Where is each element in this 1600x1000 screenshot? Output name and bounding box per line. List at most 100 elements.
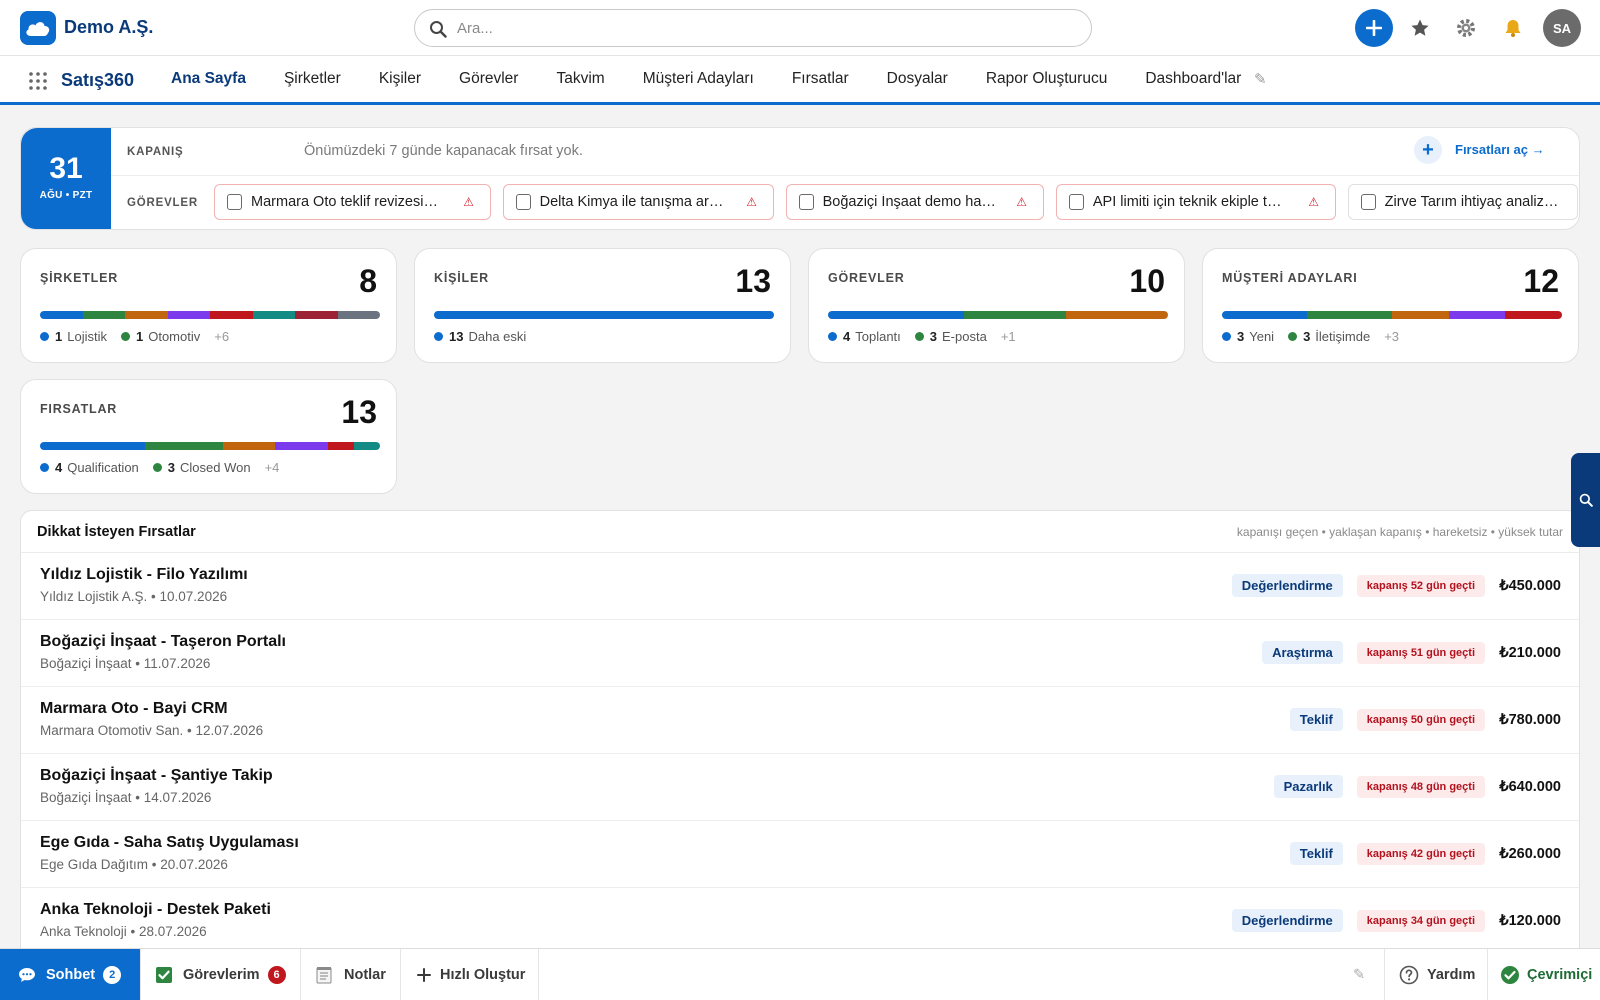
card-title: FIRSATLAR [40,402,118,416]
legend-label: E-posta [942,329,987,344]
overdue-badge: kapanış 48 gün geçti [1356,775,1485,798]
side-search-tab[interactable] [1571,453,1600,547]
distribution-bar [434,311,774,319]
tab-4[interactable]: Görevler [440,56,537,102]
opportunity-row[interactable]: Marmara Oto - Bayi CRM Marmara Otomotiv S… [21,687,1579,754]
opportunity-row[interactable]: Anka Teknoloji - Destek Paketi Anka Tekno… [21,888,1579,949]
tab-9[interactable]: Rapor Oluşturucu [967,56,1126,102]
stage-badge: Araştırma [1262,641,1343,664]
user-avatar[interactable]: SA [1543,9,1581,47]
summary-card[interactable]: MÜŞTERİ ADAYLARI 12 3 Yeni 3 İletişimde +3 [1202,248,1579,363]
app-launcher-grid-icon[interactable] [28,71,48,91]
add-opportunity-button[interactable]: + [1414,136,1442,164]
legend-label: Closed Won [180,460,251,475]
legend-dot [120,332,130,341]
task-chip[interactable]: Boğaziçi İnşaat demo hazırlığı ⚠ [786,184,1044,220]
task-chip[interactable]: Zirve Tarım ihtiyaç analizi e-po [1348,184,1578,220]
help-button[interactable]: Yardım [1384,949,1488,1000]
notepad-icon [316,967,332,984]
bar-segment [1066,311,1168,319]
warning-triangle-icon: ⚠ [746,195,757,209]
task-checkbox[interactable] [516,194,531,210]
bar-segment [1222,311,1307,319]
bar-segment [167,311,210,319]
quick-create-button[interactable]: Hızlı Oluştur [401,949,539,1000]
task-checkbox[interactable] [799,194,814,210]
task-chip[interactable]: Delta Kimya ile tanışma araması ⚠ [503,184,774,220]
opportunity-row[interactable]: Yıldız Lojistik - Filo Yazılımı Yıldız Lo… [21,553,1579,620]
org-name[interactable]: Demo A.Ş. [64,17,153,38]
task-title: Marmara Oto teklif revizesini g... [251,194,445,210]
edit-nav-pencil-icon[interactable]: ✎ [1254,70,1267,88]
bar-segment [125,311,168,319]
tab-2[interactable]: Şirketler [265,56,360,102]
legend-item: 3 E-posta [914,329,987,344]
bar-segment [964,311,1066,319]
summary-card[interactable]: ŞİRKETLER 8 1 Lojistik 1 Otomotiv +6 [20,248,397,363]
opportunity-amount: ₺120.000 [1499,912,1561,929]
edit-utility-bar-pencil-icon[interactable]: ✎ [1353,949,1384,1000]
legend-label: Lojistik [67,329,107,344]
question-circle-icon [1399,965,1419,985]
online-check-icon [1501,966,1519,984]
opportunity-name[interactable]: Boğaziçi İnşaat - Taşeron Portalı [40,633,286,651]
tasks-label: GÖREVLER [127,197,198,209]
opportunity-name[interactable]: Ege Gıda - Saha Satış Uygulaması [40,834,299,852]
legend-item: 1 Otomotiv [120,329,201,344]
favorites-button[interactable] [1401,9,1439,47]
summary-card[interactable]: GÖREVLER 10 4 Toplantı 3 E-posta +1 [808,248,1185,363]
opportunity-name[interactable]: Marmara Oto - Bayi CRM [40,700,228,718]
open-opportunities-link[interactable]: Fırsatları aç → [1455,142,1545,157]
search-input[interactable] [457,18,1057,38]
search-icon [1579,493,1593,507]
settings-button[interactable] [1447,9,1485,47]
opportunity-name[interactable]: Anka Teknoloji - Destek Paketi [40,901,271,919]
chat-button[interactable]: Sohbet 2 [0,949,141,1000]
bar-segment [337,311,380,319]
summary-card[interactable]: FIRSATLAR 13 4 Qualification 3 Closed Won +4 [20,379,397,494]
card-title: MÜŞTERİ ADAYLARI [1222,271,1358,285]
opportunity-name[interactable]: Boğaziçi İnşaat - Şantiye Takip [40,767,273,785]
tab-1[interactable]: Ana Sayfa [152,56,265,102]
task-chip[interactable]: API limiti için teknik ekiple topla... ⚠ [1056,184,1336,220]
panel-hint: kapanışı geçen • yaklaşan kapanış • hare… [1236,525,1563,539]
overdue-badge: kapanış 52 gün geçti [1356,574,1485,597]
task-checkbox[interactable] [1361,194,1376,210]
search-icon [430,21,447,38]
tab-6[interactable]: Müşteri Adayları [624,56,773,102]
opportunity-name[interactable]: Yıldız Lojistik - Filo Yazılımı [40,566,248,584]
legend-item: 4 Toplantı [828,329,901,344]
cloud-logo-icon[interactable] [20,11,56,45]
global-search[interactable] [414,9,1092,47]
tab-5[interactable]: Takvim [537,56,623,102]
stage-badge: Değerlendirme [1231,909,1343,932]
stage-badge: Pazarlık [1273,775,1343,798]
task-checkbox[interactable] [1069,194,1084,210]
notes-button[interactable]: Notlar [301,949,401,1000]
tab-3[interactable]: Kişiler [360,56,440,102]
notifications-button[interactable] [1494,9,1532,47]
task-checkbox[interactable] [227,194,243,210]
opportunity-row[interactable]: Boğaziçi İnşaat - Şantiye Takip Boğaziçi … [21,754,1579,821]
summary-card[interactable]: KİŞİLER 13 13 Daha eski [414,248,791,363]
opportunity-row[interactable]: Ege Gıda - Saha Satış Uygulaması Ege Gıda… [21,821,1579,888]
my-tasks-button[interactable]: Görevlerim 6 [141,949,301,1000]
task-title: Delta Kimya ile tanışma araması [539,194,728,210]
stage-badge: Teklif [1289,842,1343,865]
bar-segment [1392,311,1449,319]
task-chip[interactable]: Marmara Oto teklif revizesini g... ⚠ [214,184,491,220]
stage-badge: Teklif [1289,708,1343,731]
presence-status-button[interactable]: Çevrimiçi [1488,949,1600,1000]
opportunity-amount: ₺260.000 [1499,845,1561,862]
tab-8[interactable]: Dosyalar [868,56,967,102]
opportunity-row[interactable]: Boğaziçi İnşaat - Taşeron Portalı Boğaziç… [21,620,1579,687]
global-create-button[interactable] [1355,9,1393,47]
legend-label: Otomotiv [148,329,201,344]
checkbox-checked-icon [156,967,172,983]
warning-triangle-icon: ⚠ [1016,195,1027,209]
tab-10[interactable]: Dashboard'lar [1126,56,1260,102]
bar-segment [275,442,328,450]
nav-tabs: Ana Sayfa Şirketler Kişiler Görevler Takvim M… [152,56,1260,102]
opportunity-meta: Teklif kapanış 50 gün geçti ₺780.000 [1289,708,1561,731]
tab-7[interactable]: Fırsatlar [773,56,868,102]
